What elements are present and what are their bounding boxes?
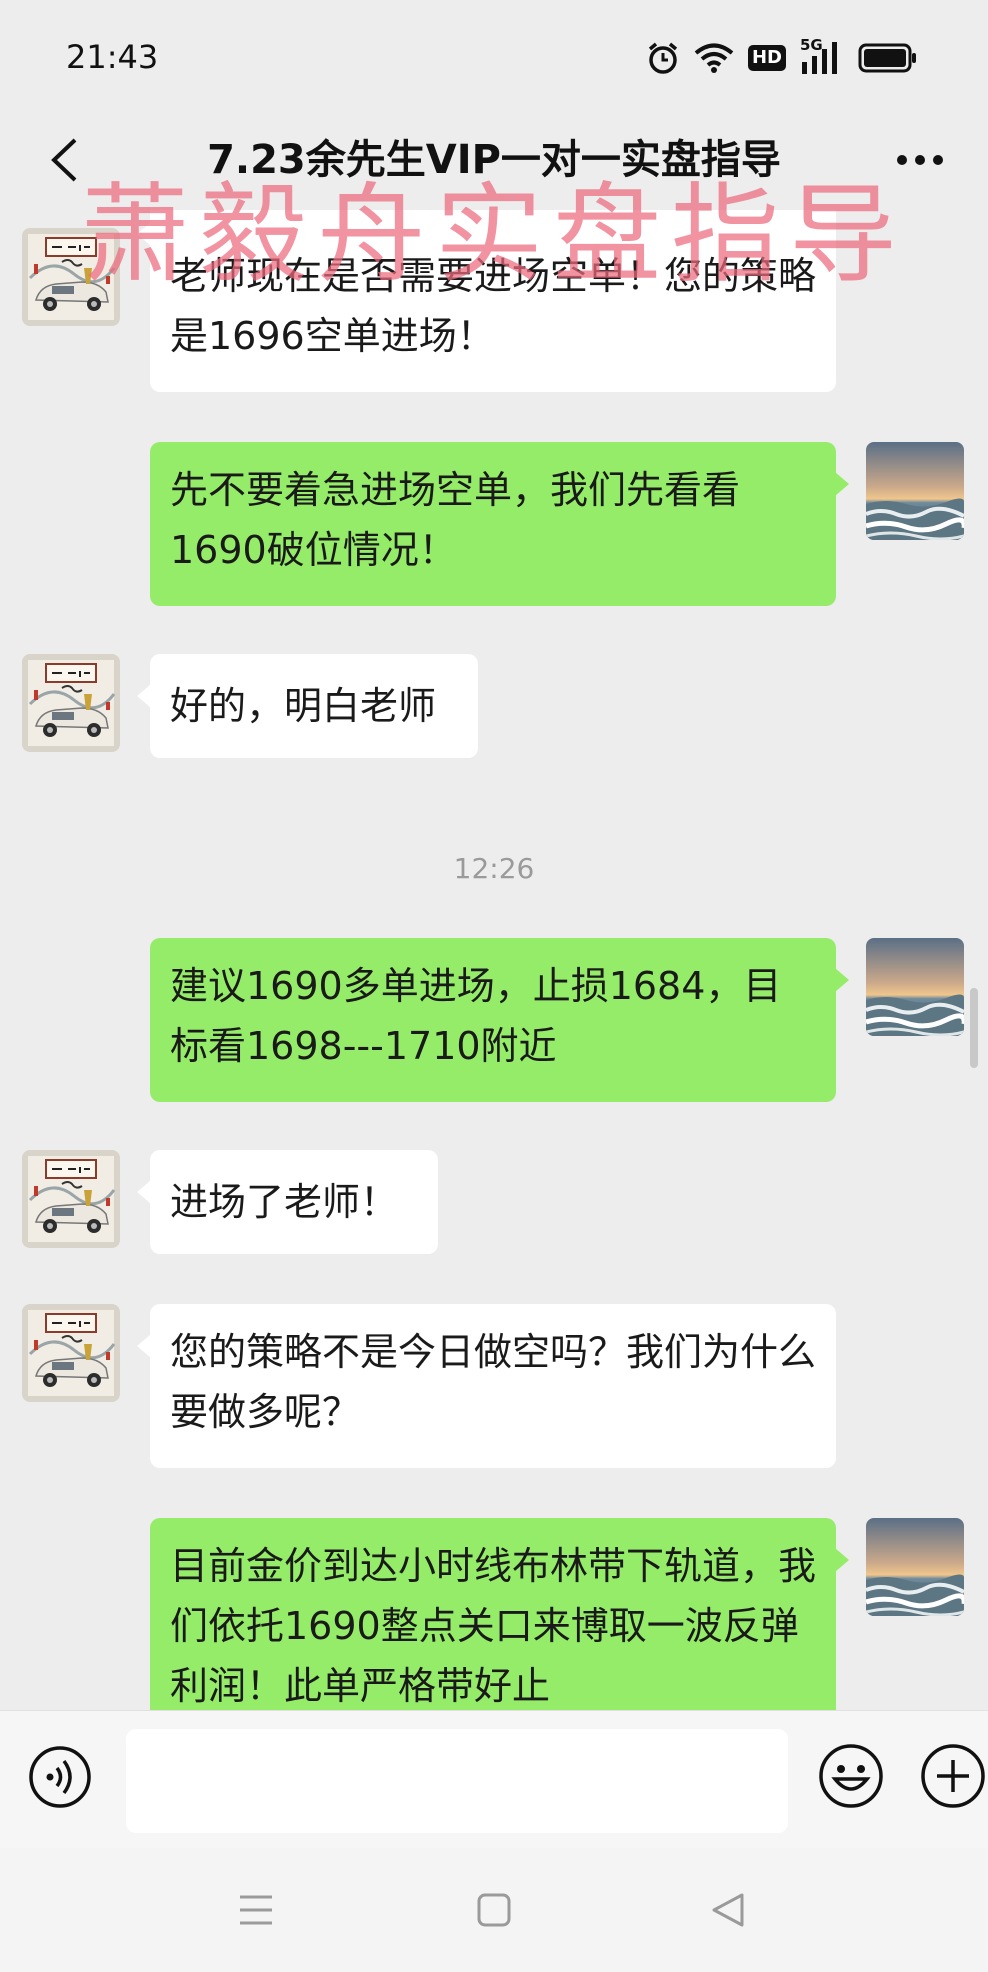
emoji-icon[interactable] — [816, 1741, 886, 1811]
contact-avatar[interactable] — [22, 1304, 120, 1402]
contact-avatar[interactable] — [22, 654, 120, 752]
hd-label: HD — [751, 47, 782, 68]
hd-icon: HD — [747, 45, 786, 71]
message-bubble-received[interactable]: 老师现在是否需要进场空单！您的策略是1696空单进场！ — [137, 210, 836, 392]
self-avatar[interactable] — [866, 1518, 964, 1616]
status-bar: 21:43 HD 5G — [0, 0, 988, 110]
status-icons: HD 5G — [646, 36, 918, 78]
contact-avatar[interactable] — [22, 228, 120, 326]
message-text: 进场了老师！ — [170, 1180, 399, 1224]
message-timestamp: 12:26 — [453, 852, 535, 885]
more-dots-icon[interactable] — [890, 132, 950, 188]
chat-header: 7.23余先生VIP一对一实盘指导 — [0, 110, 988, 210]
message-bubble-received[interactable]: 进场了老师！ — [137, 1150, 438, 1254]
home-square-icon[interactable] — [462, 1878, 526, 1942]
message-text: 目前金价到达小时线布林带下轨道，我们依托1690整点关口来博取一波反弹利润！此单… — [170, 1544, 817, 1708]
voice-icon[interactable] — [28, 1745, 92, 1809]
chat-messages[interactable]: 老师现在是否需要进场空单！您的策略是1696空单进场！ 先不要着急进场空单，我们… — [0, 210, 988, 1710]
message-text: 老师现在是否需要进场空单！您的策略是1696空单进场！ — [170, 254, 817, 358]
message-text: 好的，明白老师 — [170, 684, 437, 728]
message-text: 先不要着急进场空单，我们先看看1690破位情况！ — [170, 468, 741, 572]
self-avatar[interactable] — [866, 442, 964, 540]
chat-title: 7.23余先生VIP一对一实盘指导 — [207, 137, 781, 183]
message-input[interactable] — [126, 1729, 788, 1833]
system-navigation-bar — [0, 1848, 988, 1972]
input-bar — [0, 1710, 988, 1849]
message-bubble-sent[interactable]: 目前金价到达小时线布林带下轨道，我们依托1690整点关口来博取一波反弹利润！此单… — [150, 1518, 849, 1710]
message-bubble-sent[interactable]: 先不要着急进场空单，我们先看看1690破位情况！ — [150, 442, 849, 606]
plus-icon[interactable] — [918, 1741, 988, 1811]
alarm-icon — [646, 41, 680, 75]
message-bubble-received[interactable]: 您的策略不是今日做空吗？我们为什么要做多呢？ — [137, 1304, 836, 1468]
battery-icon — [858, 43, 918, 73]
message-bubble-received[interactable]: 好的，明白老师 — [137, 654, 478, 758]
menu-lines-icon[interactable] — [224, 1878, 288, 1942]
message-bubble-sent[interactable]: 建议1690多单进场，止损1684，目标看1698---1710附近 — [150, 938, 849, 1102]
status-time: 21:43 — [66, 38, 159, 76]
self-avatar[interactable] — [866, 938, 964, 1036]
contact-avatar[interactable] — [22, 1150, 120, 1248]
scrollbar-thumb[interactable] — [970, 988, 978, 1068]
message-text: 建议1690多单进场，止损1684，目标看1698---1710附近 — [170, 964, 782, 1068]
wifi-icon — [694, 42, 734, 74]
message-text: 您的策略不是今日做空吗？我们为什么要做多呢？ — [170, 1330, 817, 1434]
signal-5g-icon: 5G — [800, 36, 844, 76]
back-triangle-icon[interactable] — [696, 1878, 760, 1942]
